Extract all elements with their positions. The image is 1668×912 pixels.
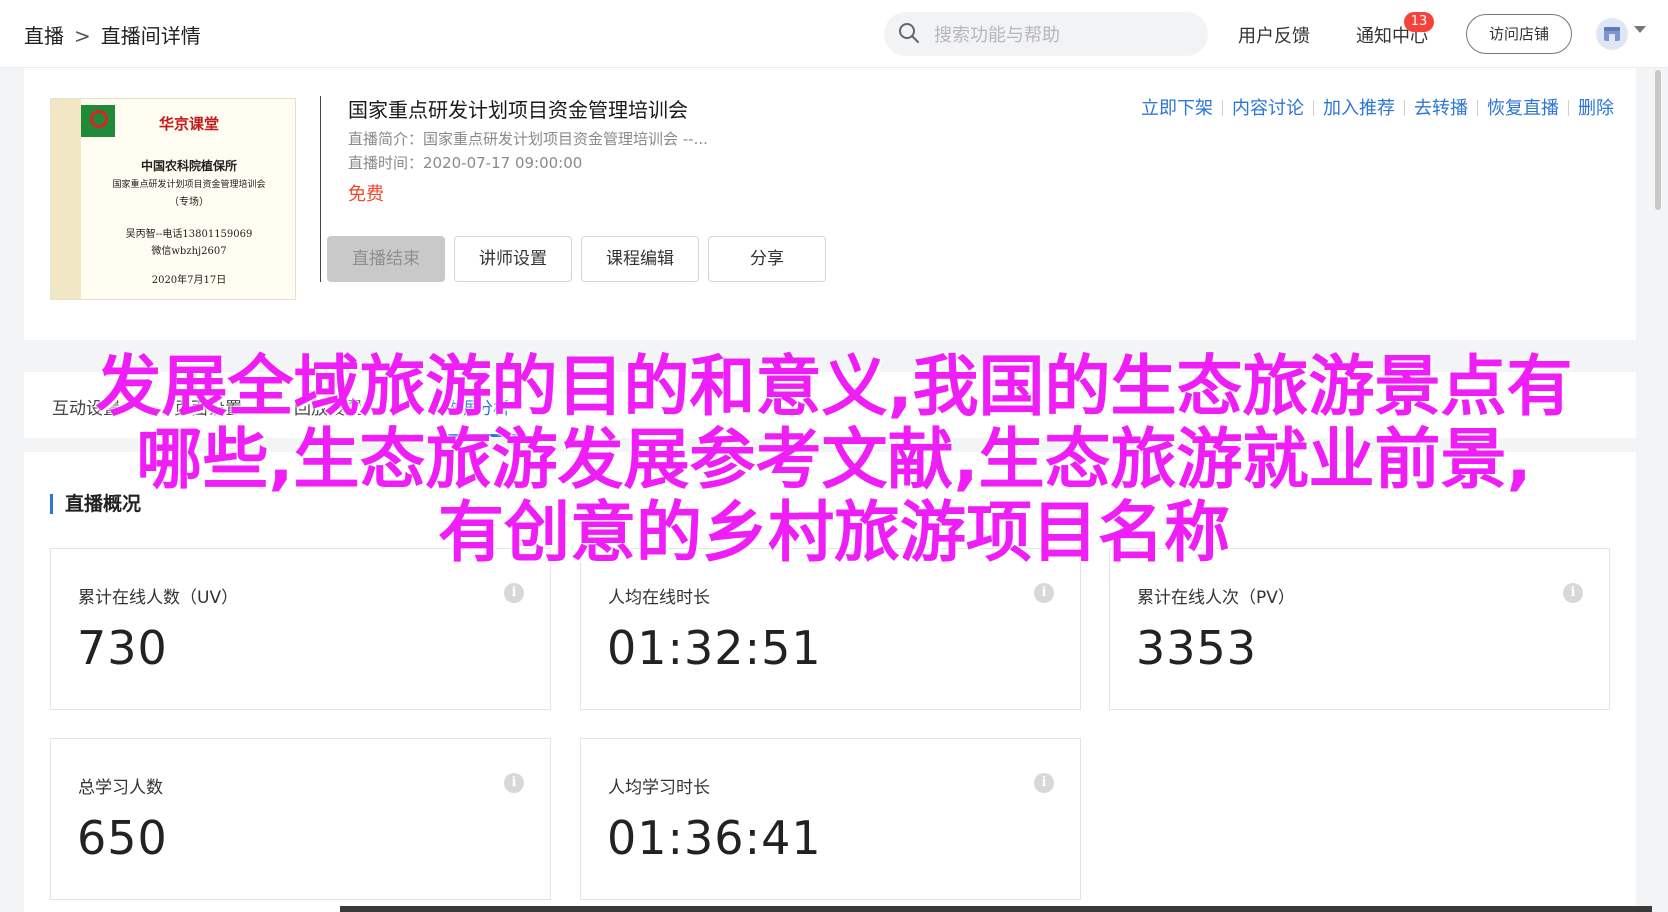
overview-panel: 直播概况 累计在线人数（UV） i 730 人均在线时长 i 01:32:51 … [24,452,1636,912]
info-icon[interactable]: i [504,773,524,793]
divider [1477,100,1478,116]
course-cover-image: 华京课堂 中国农科院植保所 国家重点研发计划项目资金管理培训会 （专场） 吴丙智… [50,98,296,300]
visit-store-button[interactable]: 访问店铺 [1466,14,1572,54]
divider [1222,100,1223,116]
breadcrumb-root[interactable]: 直播 [24,24,64,48]
search-box[interactable] [884,12,1208,58]
cover-line: 2020年7月17日 [151,275,227,286]
info-icon[interactable]: i [504,583,524,603]
top-bar: 直播>直播间详情 用户反馈 通知中心 13 访问店铺 [0,0,1668,68]
page-scrollbar[interactable] [1652,70,1664,912]
cover-line: 吴丙智--电话13801159069 [125,229,253,240]
recommend-link[interactable]: 加入推荐 [1323,98,1395,119]
delete-link[interactable]: 删除 [1578,98,1614,119]
stat-value: 01:32:51 [607,621,822,675]
rebroadcast-link[interactable]: 去转播 [1414,98,1468,119]
search-input[interactable] [932,12,1196,58]
divider [1313,100,1314,116]
stat-card: 人均学习时长 i 01:36:41 [580,738,1081,900]
course-intro: 直播简介：国家重点研发计划项目资金管理培训会 --... [348,130,708,148]
stat-label: 总学习人数 [78,778,163,798]
divider [1568,100,1569,116]
scrollbar-thumb[interactable] [1655,70,1661,210]
course-edit-button[interactable]: 课程编辑 [581,236,699,282]
stat-card: 总学习人数 i 650 [50,738,551,900]
stat-card: 累计在线人数（UV） i 730 [50,548,551,710]
breadcrumb-current: 直播间详情 [100,24,201,48]
stat-value: 730 [77,621,168,675]
stat-label: 人均学习时长 [608,778,710,798]
store-avatar[interactable] [1596,18,1628,50]
search-icon [899,23,919,43]
resume-live-link[interactable]: 恢复直播 [1487,98,1559,119]
feedback-link[interactable]: 用户反馈 [1238,22,1310,48]
cover-line: 微信wbzhj2607 [151,246,227,257]
stat-label: 累计在线人数（UV） [78,588,239,608]
cover-line: （专场） [169,197,209,208]
course-actions: 立即下架 内容讨论 加入推荐 去转播 恢复直播 删除 [1141,94,1614,120]
stat-value: 650 [77,811,168,865]
share-button[interactable]: 分享 [708,236,826,282]
take-down-link[interactable]: 立即下架 [1141,98,1213,119]
course-price: 免费 [348,184,384,205]
teacher-settings-button[interactable]: 讲师设置 [454,236,572,282]
detail-tabs: 互动设置 页面设置 回放设置 数据分析 [24,372,1636,438]
course-header-card: 华京课堂 中国农科院植保所 国家重点研发计划项目资金管理培训会 （专场） 吴丙智… [24,68,1636,340]
store-icon [1604,27,1620,41]
discussion-link[interactable]: 内容讨论 [1232,98,1304,119]
info-icon[interactable]: i [1034,773,1054,793]
course-title: 国家重点研发计划项目资金管理培训会 [348,98,688,122]
stat-card: 人均在线时长 i 01:32:51 [580,548,1081,710]
chevron-down-icon[interactable] [1634,26,1646,33]
cover-brand: 华京课堂 [158,115,219,133]
cover-line: 中国农科院植保所 [140,159,237,173]
info-icon[interactable]: i [1034,583,1054,603]
tab-interaction-settings[interactable]: 互动设置 [52,394,120,419]
info-icon[interactable]: i [1563,583,1583,603]
tab-page-settings[interactable]: 页面设置 [174,394,242,419]
section-title: 直播概况 [50,494,141,514]
tab-playback-settings[interactable]: 回放设置 [294,394,362,419]
stat-value: 01:36:41 [607,811,822,865]
divider [320,96,321,282]
cover-stripe [51,99,81,299]
divider [1404,100,1405,116]
stat-label: 人均在线时长 [608,588,710,608]
live-ended-button: 直播结束 [327,236,445,282]
stat-card: 累计在线人次（PV） i 3353 [1109,548,1610,710]
active-tab-indicator [444,434,522,437]
stat-label: 累计在线人次（PV） [1137,588,1295,608]
stat-value: 3353 [1136,621,1258,675]
cover-line: 国家重点研发计划项目资金管理培训会 [112,180,266,190]
tab-data-analysis[interactable]: 数据分析 [442,394,510,419]
breadcrumb-separator: > [74,24,91,48]
horizontal-scrollbar [340,906,1652,912]
notification-badge: 13 [1404,12,1434,32]
course-time: 直播时间：2020-07-17 09:00:00 [348,154,583,172]
breadcrumb: 直播 > 直播间详情 [24,20,201,49]
